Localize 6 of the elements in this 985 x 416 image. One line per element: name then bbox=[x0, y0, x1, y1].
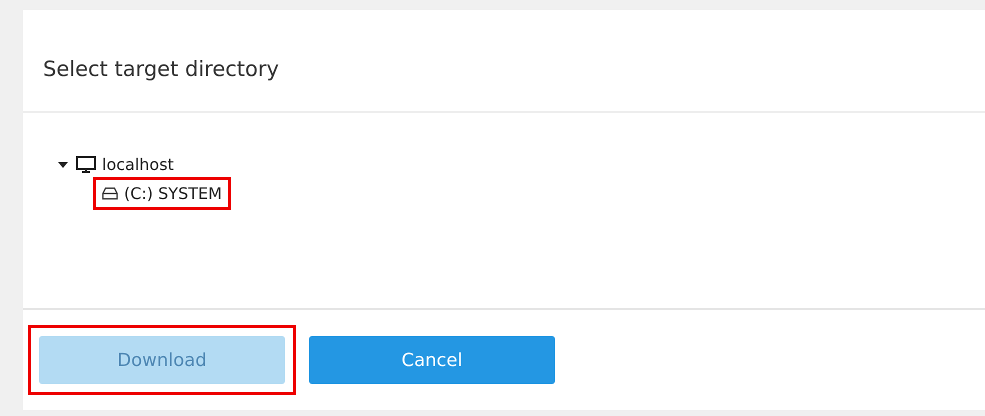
tree-item[interactable]: (C:) SYSTEM bbox=[124, 184, 222, 203]
tree-item[interactable]: localhost bbox=[102, 155, 174, 174]
dialog-title: Select target directory bbox=[43, 57, 279, 81]
drive-icon bbox=[102, 187, 118, 200]
monitor-icon bbox=[76, 156, 96, 174]
caret-icon[interactable] bbox=[58, 160, 68, 170]
